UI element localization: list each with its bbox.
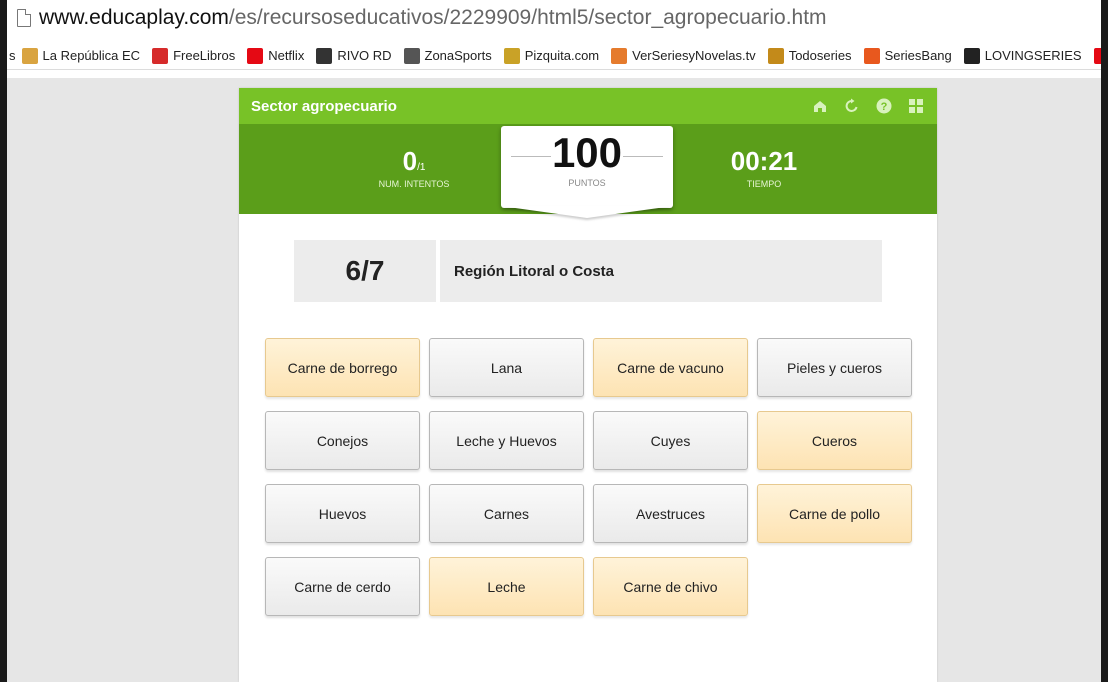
question-text: Región Litoral o Costa — [440, 240, 882, 302]
soccer-ball-icon — [316, 47, 333, 64]
bookmark-label: FreeLibros — [173, 48, 236, 63]
netflix-icon — [1093, 47, 1101, 64]
answer-option-button[interactable]: Carne de chivo — [593, 557, 748, 616]
bookmark-label: Netflix — [268, 48, 305, 63]
bookmark-label: s — [9, 48, 16, 63]
home-icon[interactable] — [811, 97, 829, 115]
bookmark-label: LOVINGSERIES — [984, 48, 1082, 63]
book-icon — [152, 47, 169, 64]
bookmark-label: Pizquita.com — [524, 48, 600, 63]
answer-option-button[interactable]: Carne de vacuno — [593, 338, 748, 397]
divider — [511, 156, 551, 157]
points-box: 100 PUNTOS — [501, 126, 673, 208]
question-row: 6/7 Región Litoral o Costa — [294, 240, 882, 302]
attempts-label: NUM. INTENTOS — [378, 179, 450, 189]
address-bar[interactable]: www.educaplay.com/es/recursoseducativos/… — [7, 0, 1101, 36]
bookmark-item[interactable]: LOVINGSERIES — [963, 47, 1082, 64]
attempts-value: 0 — [402, 146, 418, 176]
tv-icon — [611, 47, 628, 64]
bookmark-label: La República EC — [42, 48, 141, 63]
bookmark-label: RIVO RD — [337, 48, 392, 63]
svg-text:?: ? — [881, 101, 888, 113]
answer-option-button[interactable]: Carne de pollo — [757, 484, 912, 543]
bookmark-item[interactable]: Pizquita.com — [503, 47, 600, 64]
bookmark-item[interactable]: Netflix — [247, 47, 305, 64]
header-icons: ? — [811, 97, 925, 115]
page-content: Sector agropecuario ? 0/1 NUM. INTENTOS … — [7, 78, 1101, 682]
page-icon — [17, 9, 31, 27]
bookmark-label: SeriesBang — [884, 48, 952, 63]
bookmark-item[interactable]: SeriesBang — [863, 47, 952, 64]
square-icon — [963, 47, 980, 64]
netflix-icon — [247, 47, 264, 64]
time-label: TIEMPO — [746, 179, 782, 189]
question-counter: 6/7 — [294, 240, 436, 302]
bookmark-item[interactable]: ZonaSports — [403, 47, 492, 64]
soccer-ball-icon — [403, 47, 420, 64]
divider — [623, 156, 663, 157]
bookmark-item[interactable]: La República EC — [21, 47, 141, 64]
answer-option-button[interactable]: Huevos — [265, 484, 420, 543]
answer-option-button[interactable]: Cuyes — [593, 411, 748, 470]
bookmark-item[interactable]: RIVO RD — [316, 47, 392, 64]
chart-icon — [503, 47, 520, 64]
time-stat: 00:21 TIEMPO — [709, 146, 819, 189]
bookmark-item[interactable]: Todoseries — [767, 47, 852, 64]
star-icon — [863, 47, 880, 64]
attempts-stat: 0/1 NUM. INTENTOS — [359, 146, 469, 189]
map-icon — [21, 47, 38, 64]
time-value: 00:21 — [730, 146, 798, 176]
help-icon[interactable]: ? — [875, 97, 893, 115]
bookmark-label: Todoseries — [788, 48, 852, 63]
restart-icon[interactable] — [843, 97, 861, 115]
answer-option-button[interactable]: Carne de cerdo — [265, 557, 420, 616]
bookmarks-bar: s La República EC FreeLibros Netflix RIVO RD… — [7, 42, 1101, 70]
points-label: PUNTOS — [568, 178, 606, 188]
bookmark-label: VerSeriesyNovelas.tv — [632, 48, 756, 63]
answer-option-button[interactable]: Leche — [429, 557, 584, 616]
app-header: Sector agropecuario ? — [239, 88, 937, 124]
bookmark-item[interactable]: VerSeriesyNovelas.tv — [611, 47, 756, 64]
answer-option-button[interactable]: Conejos — [265, 411, 420, 470]
answer-option-button[interactable]: Avestruces — [593, 484, 748, 543]
answer-option-button[interactable]: Leche y Huevos — [429, 411, 584, 470]
attempts-total: /1 — [417, 162, 426, 173]
answer-option-button[interactable]: Lana — [429, 338, 584, 397]
bookmark-item[interactable]: s — [9, 48, 16, 63]
bookmark-label: ZonaSports — [424, 48, 492, 63]
grid-icon[interactable] — [907, 97, 925, 115]
answer-option-button[interactable]: Pieles y cueros — [757, 338, 912, 397]
answer-option-button[interactable]: Cueros — [757, 411, 912, 470]
flame-icon — [767, 47, 784, 64]
points-notch — [501, 206, 673, 218]
app-title: Sector agropecuario — [251, 97, 397, 115]
url-host: www.educaplay.com — [39, 6, 229, 29]
quiz-app: Sector agropecuario ? 0/1 NUM. INTENTOS … — [239, 88, 937, 682]
bookmark-item[interactable]: Mundo Netflix — [1093, 47, 1101, 64]
bookmark-item[interactable]: FreeLibros — [152, 47, 236, 64]
url-path: /es/recursoseducativos/2229909/html5/sec… — [228, 6, 827, 29]
points-value: 100 — [551, 129, 623, 176]
answer-option-button[interactable]: Carne de borrego — [265, 338, 420, 397]
answer-option-button[interactable]: Carnes — [429, 484, 584, 543]
